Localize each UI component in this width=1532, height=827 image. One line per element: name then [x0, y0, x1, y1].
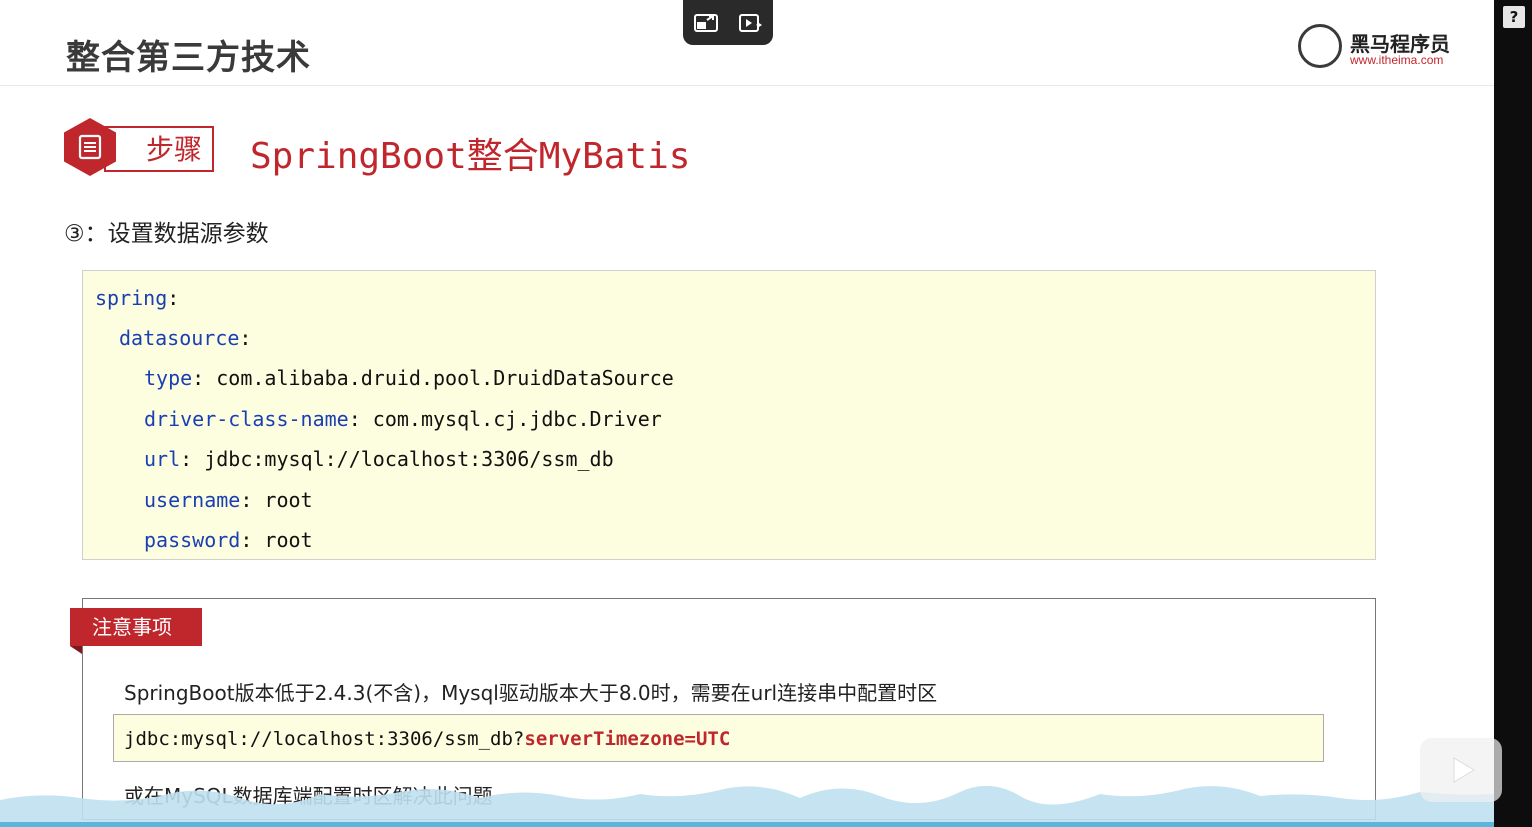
document-icon	[78, 134, 102, 160]
video-controls	[683, 0, 773, 45]
note-tab: 注意事项	[70, 608, 202, 646]
help-button[interactable]: ?	[1503, 6, 1525, 28]
play-icon	[1453, 757, 1475, 783]
page-title: 整合第三方技术	[66, 38, 311, 78]
note-code-highlight: serverTimezone=UTC	[524, 728, 731, 750]
step-label: 步骤	[145, 133, 202, 166]
code-line: password: root	[144, 528, 313, 552]
step-title: SpringBoot整合MyBatis	[250, 136, 691, 177]
code-block: spring: datasource: type: com.alibaba.dr…	[82, 270, 1376, 560]
exit-fullscreen-icon[interactable]	[693, 11, 719, 35]
video-effects-icon[interactable]	[738, 11, 764, 35]
note-text: SpringBoot版本低于2.4.3(不含)，Mysql驱动版本大于8.0时，…	[124, 681, 938, 705]
play-button[interactable]	[1420, 738, 1502, 802]
code-line: driver-class-name: com.mysql.cj.jdbc.Dri…	[144, 407, 662, 431]
logo-url: www.itheima.com	[1350, 53, 1444, 67]
right-panel-strip	[1494, 0, 1532, 827]
note-tab-fold	[70, 646, 82, 654]
logo-mark-icon	[1298, 24, 1342, 68]
audio-waveform	[0, 785, 1494, 827]
itheima-logo: 黑马程序员 www.itheima.com	[1298, 24, 1458, 72]
code-line: url: jdbc:mysql://localhost:3306/ssm_db	[144, 447, 614, 471]
code-line: spring:	[95, 286, 180, 310]
header-divider	[0, 85, 1494, 86]
section-subtitle: ③：设置数据源参数	[64, 221, 269, 247]
note-code: jdbc:mysql://localhost:3306/ssm_db?serve…	[113, 714, 1324, 762]
code-line: username: root	[144, 488, 313, 512]
slide: 整合第三方技术 黑马程序员 www.itheima.com 步骤 SpringB…	[0, 0, 1494, 827]
code-line: datasource:	[119, 326, 252, 350]
code-line: type: com.alibaba.druid.pool.DruidDataSo…	[144, 366, 674, 390]
step-badge: 步骤	[64, 118, 216, 176]
